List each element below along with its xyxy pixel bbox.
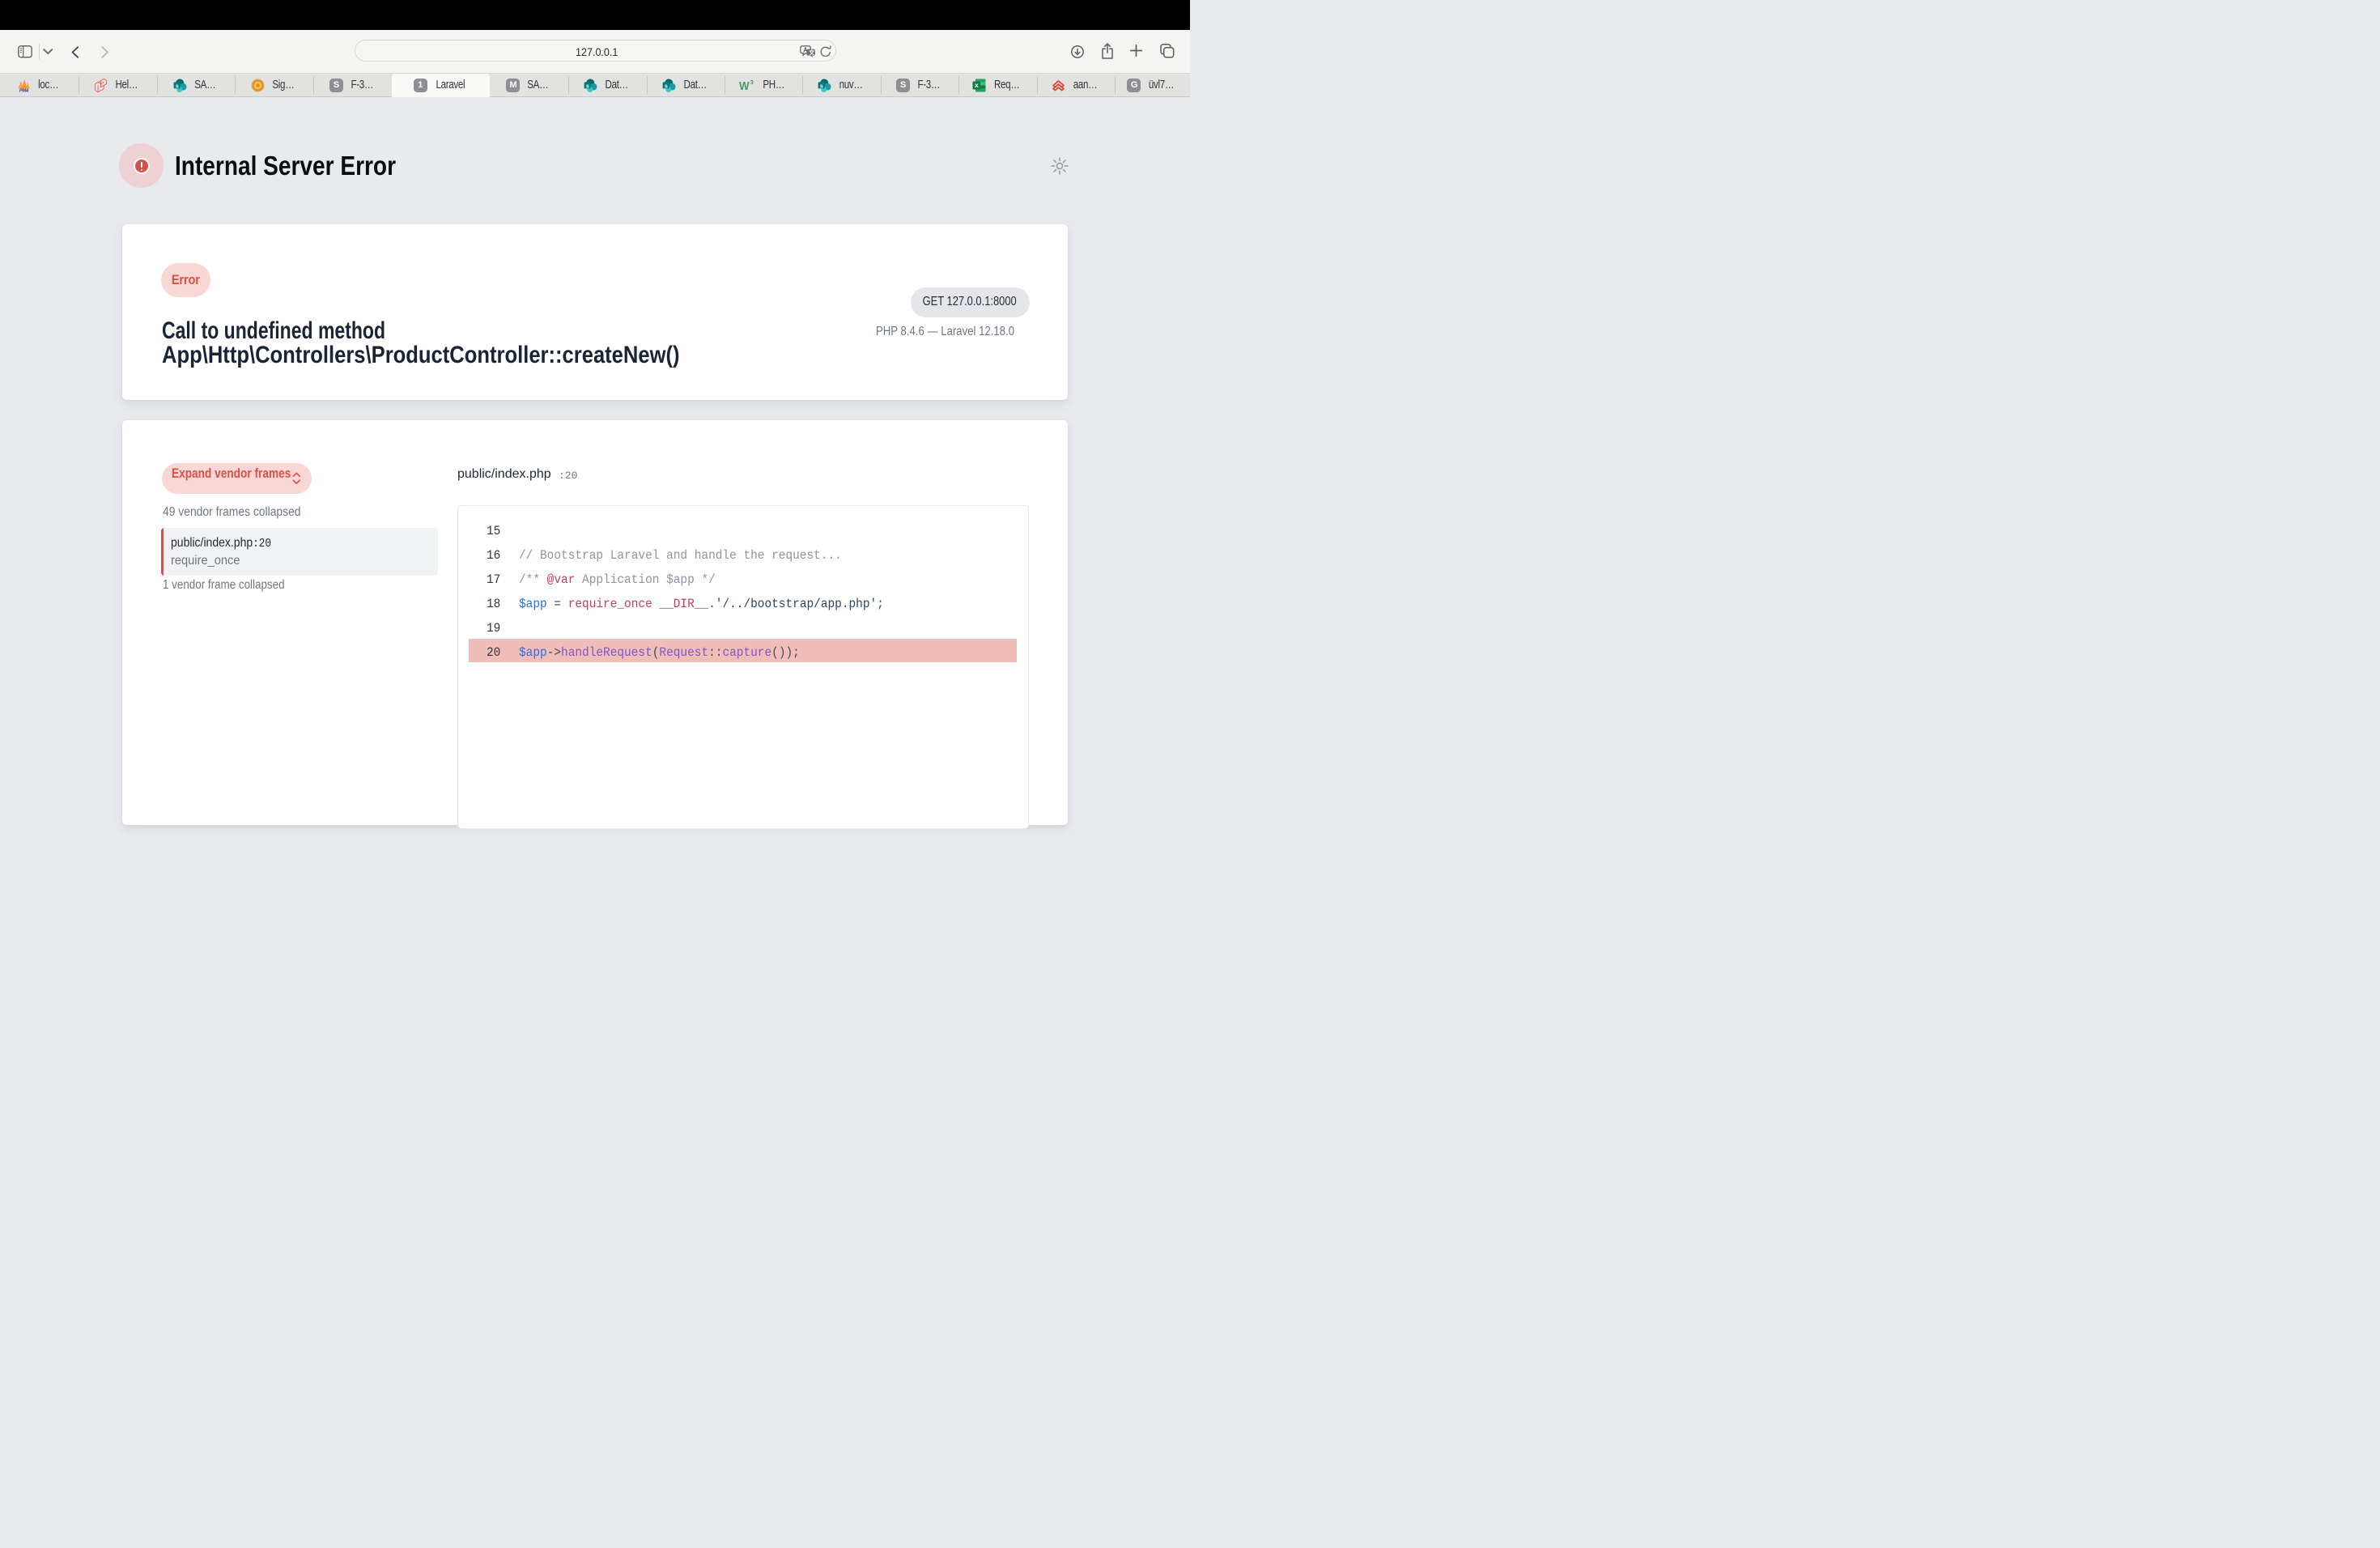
svg-text:s: s <box>664 83 667 89</box>
svg-text:s: s <box>176 83 179 89</box>
svg-text:PMA: PMA <box>19 88 29 92</box>
svg-text:s: s <box>586 83 589 89</box>
svg-text:W: W <box>739 79 750 92</box>
svg-text:s: s <box>819 83 822 89</box>
svg-text:x: x <box>975 81 979 89</box>
svg-text:3: 3 <box>750 79 754 86</box>
